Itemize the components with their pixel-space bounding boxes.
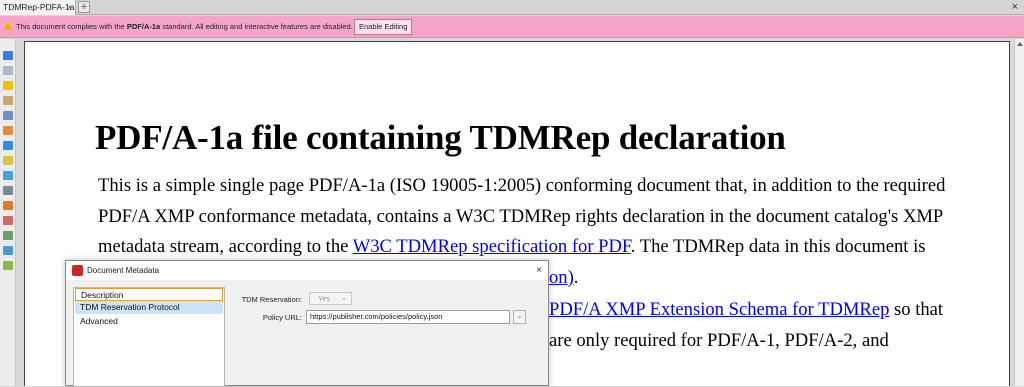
tab-label: TDMRep-PDFA-1a	[3, 2, 75, 12]
form-icon[interactable]	[3, 126, 13, 135]
tab-bar: TDMRep-PDFA-1a × + ×	[0, 0, 1024, 15]
pdfa-notification-bar: This document complies with the PDF/A-1a…	[0, 16, 1024, 38]
properties-icon[interactable]	[3, 231, 13, 240]
category-advanced[interactable]: Advanced	[75, 315, 223, 328]
document-icon[interactable]	[3, 111, 13, 120]
select-tool-icon[interactable]	[3, 51, 13, 60]
attachment-icon[interactable]	[3, 96, 13, 105]
paragraph-line-4-partial: on).	[549, 267, 578, 289]
pdfa-message-tail: standard. All editing and interactive fe…	[160, 22, 353, 31]
scroll-up-icon[interactable]	[1017, 42, 1023, 46]
policy-url-label: Policy URL:	[262, 313, 302, 322]
tdm-reservation-label: TDM Reservation:	[241, 295, 302, 304]
dialog-titlebar[interactable]: Document Metadata ×	[66, 261, 548, 280]
window-close-icon[interactable]: ×	[1012, 0, 1018, 15]
category-list: Description TDM Reservation Protocol Adv…	[73, 287, 225, 387]
new-tab-button[interactable]: +	[78, 1, 90, 13]
enable-editing-button[interactable]: Enable Editing	[354, 19, 413, 35]
pdfa-standard-name: PDF/A-1a	[126, 22, 161, 31]
line4-tail: .	[573, 267, 579, 288]
document-heading: PDF/A-1a file containing TDMRep declarat…	[95, 118, 786, 157]
line5-tail: so that	[889, 299, 944, 320]
tdm-reservation-value: Yes	[318, 294, 331, 303]
pages-icon[interactable]	[3, 66, 13, 75]
layers-icon[interactable]	[3, 141, 13, 150]
dialog-close-icon[interactable]: ×	[536, 261, 542, 280]
paragraph-line-6-partial: are only required for PDF/A-1, PDF/A-2, …	[549, 330, 889, 351]
signature-icon[interactable]	[3, 216, 13, 225]
policy-url-dropdown-icon[interactable]: ⌄	[513, 310, 526, 324]
document-tab[interactable]: TDMRep-PDFA-1a ×	[0, 0, 76, 15]
link-icon[interactable]	[3, 201, 13, 210]
document-metadata-dialog: Document Metadata × Description TDM Rese…	[65, 260, 549, 387]
structure-icon[interactable]	[3, 186, 13, 195]
pdfa-message-text: This document complies with the	[16, 22, 127, 31]
category-tdm-reservation-protocol[interactable]: TDM Reservation Protocol	[75, 301, 223, 314]
paragraph-line-1: This is a simple single page PDF/A-1a (I…	[98, 175, 946, 196]
search-icon[interactable]	[3, 261, 13, 270]
tdmrep-spec-link[interactable]: W3C TDMRep specification for PDF	[353, 236, 631, 257]
line4-link[interactable]: on)	[549, 267, 574, 288]
warning-icon	[3, 21, 13, 30]
dialog-app-icon	[72, 265, 83, 276]
line3-tail: . The TDMRep data in this document is	[630, 236, 926, 257]
security-icon[interactable]	[3, 246, 13, 255]
tdm-reservation-select: Yes ⌄	[309, 292, 352, 305]
pdfa-message: This document complies with the PDF/A-1a…	[16, 21, 353, 32]
paragraph-line-3: metadata stream, according to the W3C TD…	[98, 236, 926, 258]
category-description[interactable]: Description	[75, 288, 223, 301]
paragraph-line-5-partial: PDF/A XMP Extension Schema for TDMRep so…	[549, 299, 943, 321]
dialog-title: Document Metadata	[87, 266, 160, 275]
tab-close-icon[interactable]: ×	[67, 0, 72, 15]
comment-icon[interactable]	[3, 81, 13, 90]
xmp-extension-schema-link[interactable]: PDF/A XMP Extension Schema for TDMRep	[549, 299, 889, 320]
line3-text: metadata stream, according to the	[98, 236, 353, 257]
policy-url-field[interactable]: https://publisher.com/policies/policy.js…	[306, 310, 510, 324]
paragraph-line-2: PDF/A XMP conformance metadata, contains…	[98, 206, 944, 227]
left-toolbar	[0, 39, 16, 386]
chevron-down-icon: ⌄	[341, 295, 347, 302]
bookmark-icon[interactable]	[3, 156, 13, 165]
tag-icon[interactable]	[3, 171, 13, 180]
vertical-scrollbar[interactable]	[1014, 39, 1024, 386]
